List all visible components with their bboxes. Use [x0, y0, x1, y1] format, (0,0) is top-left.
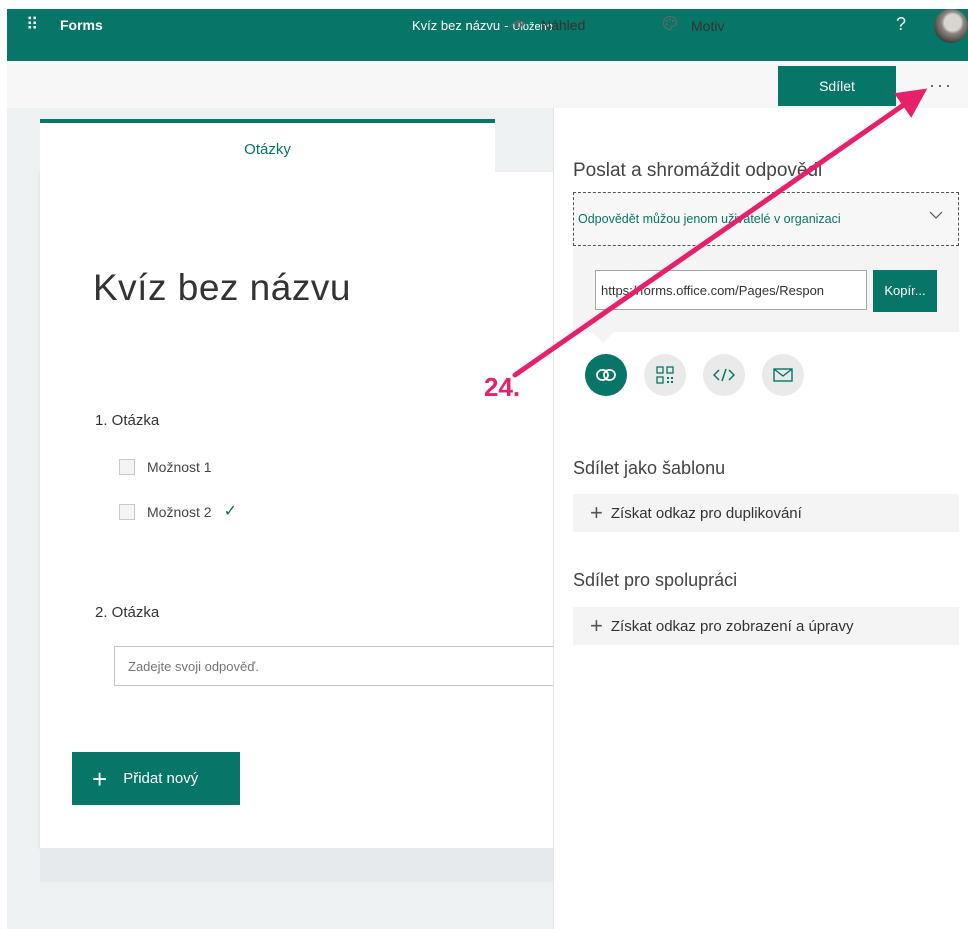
- audience-selected-value: Odpovědět můžou jenom uživatelé v organi…: [578, 212, 841, 226]
- preview-label: Náhled: [541, 17, 586, 33]
- share-template-heading: Sdílet jako šablonu: [573, 458, 726, 478]
- form-name[interactable]: Kvíz bez názvu: [412, 18, 500, 33]
- get-edit-link-button[interactable]: + Získat odkaz pro zobrazení a úpravy: [573, 607, 959, 645]
- page-title[interactable]: Kvíz bez názvu: [93, 264, 351, 312]
- share-panel-title: Poslat a shromáždit odpovědi: [573, 160, 823, 181]
- duplicate-link-label: Získat odkaz pro duplikování: [610, 504, 802, 522]
- embed-code-icon[interactable]: [703, 354, 745, 396]
- add-new-button[interactable]: + Přidat nový: [72, 752, 240, 805]
- option-label: Možnost 2: [147, 504, 212, 520]
- palette-icon: [662, 15, 678, 36]
- checkbox[interactable]: [119, 459, 135, 475]
- tab-questions[interactable]: Otázky: [40, 119, 495, 177]
- app-launcher-icon[interactable]: ⠿: [26, 15, 46, 35]
- theme-label: Motiv: [691, 17, 725, 34]
- mail-icon[interactable]: [762, 354, 804, 396]
- qr-code-icon[interactable]: [644, 354, 686, 396]
- avatar[interactable]: [934, 9, 968, 43]
- question-2-title[interactable]: 2. Otázka: [95, 603, 159, 623]
- add-new-label: Přidat nový: [123, 770, 199, 787]
- plus-icon: +: [590, 613, 603, 638]
- preview-button[interactable]: Náhled: [510, 15, 585, 35]
- annotation-step-label: 24.: [484, 372, 521, 402]
- edit-link-label: Získat odkaz pro zobrazení a úpravy: [610, 617, 854, 635]
- correct-answer-check-icon: ✓: [223, 503, 237, 520]
- copy-button[interactable]: Kopír...: [873, 270, 937, 312]
- question-1-option-1[interactable]: Možnost 1: [119, 458, 212, 476]
- link-pointer: [591, 331, 615, 343]
- answer-input[interactable]: [114, 646, 553, 686]
- share-button[interactable]: Sdílet: [778, 66, 896, 106]
- plus-icon: +: [92, 763, 108, 794]
- more-options-icon[interactable]: ···: [929, 70, 953, 100]
- question-1-option-2[interactable]: Možnost 2 ✓: [119, 503, 237, 521]
- eye-icon: [510, 15, 528, 35]
- get-duplicate-link-button[interactable]: + Získat odkaz pro duplikování: [573, 494, 959, 532]
- share-collaboration-heading: Sdílet pro spolupráci: [573, 570, 738, 590]
- help-icon[interactable]: ?: [896, 13, 906, 35]
- title-separator: -: [504, 18, 509, 33]
- theme-button[interactable]: Motiv: [662, 15, 724, 36]
- form-card-footer: [40, 848, 553, 882]
- share-link-field[interactable]: [595, 270, 867, 310]
- plus-icon: +: [590, 500, 603, 525]
- option-label: Možnost 1: [147, 459, 212, 475]
- question-1-title[interactable]: 1. Otázka: [95, 411, 159, 431]
- checkbox[interactable]: [119, 504, 135, 520]
- app-brand[interactable]: Forms: [60, 15, 103, 35]
- chevron-down-icon[interactable]: [929, 207, 943, 223]
- tab-questions-label: Otázky: [244, 141, 291, 158]
- link-icon[interactable]: [585, 354, 627, 396]
